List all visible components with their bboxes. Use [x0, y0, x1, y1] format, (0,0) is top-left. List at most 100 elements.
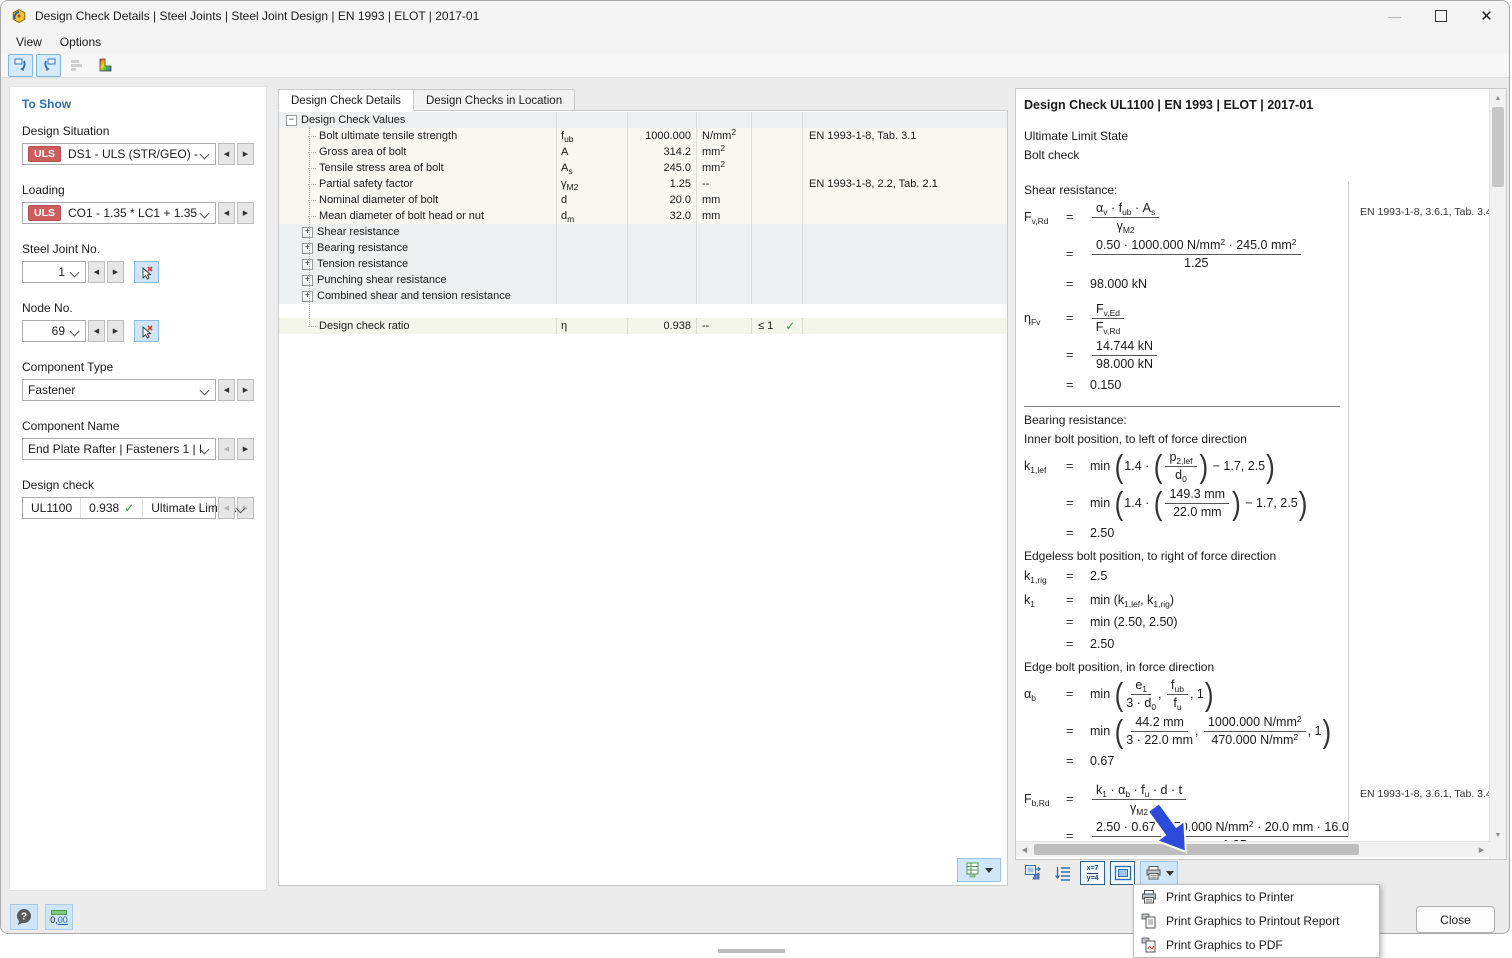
- loading-prev-button[interactable]: ◀: [218, 202, 235, 224]
- expand-icon[interactable]: +: [302, 274, 313, 286]
- table-row[interactable]: Gross area of bolt A 314.2 mm2: [279, 144, 1007, 160]
- formula-line: k1,lef = min (1.4 · (p2,lef d0) − 1.7, 2.5): [1024, 447, 1275, 485]
- component-type-next-button[interactable]: ▶: [237, 379, 254, 401]
- design-check-formula-panel: Design Check UL1100 | EN 1993 | ELOT | 2…: [1015, 88, 1507, 860]
- help-bubble-icon: ?: [17, 909, 31, 925]
- chevron-down-icon: [199, 444, 210, 454]
- help-button[interactable]: ?: [10, 904, 38, 930]
- row-label: Design check ratio: [319, 320, 410, 332]
- steel-joint-prev-button[interactable]: ◀: [88, 261, 105, 283]
- expand-icon[interactable]: +: [302, 226, 313, 238]
- menu-item-print-to-pdf[interactable]: Print Graphics to PDF: [1134, 933, 1379, 957]
- vertical-scrollbar[interactable]: ▲ ▼: [1489, 89, 1506, 859]
- scroll-right-icon[interactable]: ▶: [1474, 842, 1489, 857]
- steel-joint-next-button[interactable]: ▶: [107, 261, 124, 283]
- node-label: Node No.: [22, 301, 73, 315]
- loading-next-button[interactable]: ▶: [237, 202, 254, 224]
- table-row[interactable]: Bolt ultimate tensile strength fub 1000.00…: [279, 128, 1007, 144]
- table-section-row[interactable]: + Shear resistance: [279, 224, 1007, 240]
- table-row[interactable]: Nominal diameter of bolt d 20.0 mm: [279, 192, 1007, 208]
- export-graphic-button[interactable]: [1020, 861, 1045, 885]
- menu-item-print-to-printer[interactable]: Print Graphics to Printer: [1134, 885, 1379, 909]
- design-check-label: Design check: [22, 478, 95, 492]
- report-text: Bearing resistance:: [1024, 413, 1127, 427]
- menu-item-print-to-printout-report[interactable]: Print Graphics to Printout Report: [1134, 909, 1379, 933]
- table-section-row[interactable]: + Tension resistance: [279, 256, 1007, 272]
- sorted-list-icon: [1054, 867, 1070, 881]
- component-name-select[interactable]: End Plate Rafter | Fasteners 1 | Bolt...: [22, 438, 216, 460]
- pick-cursor-icon: [142, 324, 153, 339]
- print-table-button[interactable]: [957, 858, 1001, 882]
- component-name-prev-button[interactable]: ◀: [218, 438, 235, 460]
- svg-text:?: ?: [21, 912, 27, 923]
- uls-badge: ULS: [28, 146, 61, 162]
- table-row[interactable]: Partial safety factor γM2 1.25 -- EN 1993-1-…: [279, 176, 1007, 192]
- node-pick-button[interactable]: [134, 320, 159, 342]
- table-group-row[interactable]: − Design Check Values: [279, 112, 1007, 128]
- tab-design-checks-in-location[interactable]: Design Checks in Location: [413, 89, 576, 111]
- printer-report-icon: [1141, 913, 1156, 929]
- component-type-prev-button[interactable]: ◀: [218, 379, 235, 401]
- steel-joint-pick-button[interactable]: [134, 261, 159, 283]
- app-bolt-icon: [12, 8, 26, 24]
- dropdown-arrow-icon: [1165, 870, 1174, 876]
- show-values-button[interactable]: x=7 y=4: [1080, 861, 1105, 885]
- component-type-label: Component Type: [22, 360, 114, 374]
- annotation-arrow: [1146, 801, 1187, 854]
- result-diagram-button[interactable]: [64, 54, 89, 77]
- steel-joint-select[interactable]: 1: [22, 261, 86, 283]
- node-next-button[interactable]: ▶: [107, 320, 124, 342]
- printer-icon: [1142, 890, 1156, 904]
- expand-icon[interactable]: +: [302, 242, 313, 254]
- design-check-ratio-row[interactable]: Design check ratio η 0.938 -- ≤ 1 ✓: [279, 318, 1007, 334]
- collapse-icon[interactable]: −: [286, 114, 297, 126]
- redo-view-button[interactable]: [36, 53, 61, 77]
- component-name-next-button[interactable]: ▶: [237, 438, 254, 460]
- design-situation-next-button[interactable]: ▶: [237, 143, 254, 165]
- scroll-left-icon[interactable]: ◀: [1017, 842, 1032, 857]
- loading-select[interactable]: ULS CO1 - 1.35 * LC1 + 1.35 * LC2: [22, 202, 216, 224]
- vertical-scroll-thumb[interactable]: [1492, 107, 1504, 187]
- maximize-button[interactable]: [1418, 1, 1463, 31]
- expand-icon[interactable]: +: [302, 258, 313, 270]
- formula-line: = 0.67: [1066, 753, 1115, 768]
- table-section-row[interactable]: + Combined shear and tension resistance: [279, 288, 1007, 304]
- horizontal-scrollbar[interactable]: ◀ ▶: [1016, 841, 1490, 857]
- close-window-button[interactable]: ✕: [1464, 1, 1509, 31]
- decimal-places-button[interactable]: 0,00: [45, 904, 73, 930]
- formula-line: ηFv = Fv,Ed Fv,Rd: [1024, 301, 1348, 335]
- node-select[interactable]: 69: [22, 320, 86, 342]
- check-ok-icon: ✓: [124, 501, 135, 515]
- row-label: Bearing resistance: [317, 242, 409, 254]
- design-check-select[interactable]: UL1100 0.938 ✓ Ultimate Limit ...: [22, 497, 246, 519]
- tab-bar: Design Check Details Design Checks in Lo…: [278, 89, 576, 111]
- panel-heading: To Show: [22, 97, 72, 111]
- design-check-prev-button[interactable]: ◀: [218, 497, 235, 519]
- node-prev-button[interactable]: ◀: [88, 320, 105, 342]
- check-ok-icon: ✓: [785, 319, 796, 333]
- table-section-row[interactable]: + Bearing resistance: [279, 240, 1007, 256]
- show-frame-button[interactable]: [1110, 861, 1135, 885]
- scroll-up-icon[interactable]: ▲: [1490, 90, 1506, 106]
- joint-results-button[interactable]: [92, 54, 117, 77]
- close-button[interactable]: Close: [1416, 906, 1495, 933]
- table-row[interactable]: Tensile stress area of bolt As 245.0 mm2: [279, 160, 1007, 176]
- minimize-button[interactable]: —: [1372, 1, 1417, 31]
- printer-icon: [1146, 866, 1160, 880]
- table-row[interactable]: Mean diameter of bolt head or nut dm 32.0 m…: [279, 208, 1007, 224]
- tab-design-check-details[interactable]: Design Check Details: [278, 89, 414, 111]
- scroll-down-icon[interactable]: ▼: [1490, 827, 1506, 843]
- value-list-button[interactable]: [1050, 861, 1075, 885]
- joint-colors-icon: [99, 58, 112, 71]
- undo-view-button[interactable]: [8, 53, 33, 77]
- menu-view[interactable]: View: [7, 33, 51, 51]
- menu-options[interactable]: Options: [51, 33, 110, 51]
- expand-icon[interactable]: +: [302, 290, 313, 302]
- component-type-select[interactable]: Fastener: [22, 379, 216, 401]
- table-section-row[interactable]: + Punching shear resistance: [279, 272, 1007, 288]
- design-situation-select[interactable]: ULS DS1 - ULS (STR/GEO) - Perm...: [22, 143, 216, 165]
- design-situation-prev-button[interactable]: ◀: [218, 143, 235, 165]
- top-toolbar: [1, 53, 1509, 78]
- print-graphics-button[interactable]: [1140, 861, 1178, 885]
- formula-line: = 2.50: [1066, 525, 1115, 540]
